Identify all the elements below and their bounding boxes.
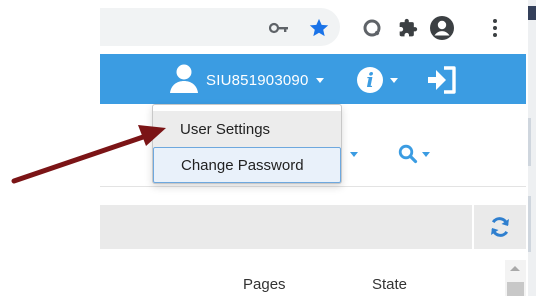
user-icon [168, 63, 200, 98]
key-icon[interactable] [268, 18, 290, 38]
info-menu-toggle[interactable]: i [357, 65, 398, 95]
menu-item-change-password[interactable]: Change Password [153, 147, 341, 183]
chevron-down-icon [315, 77, 324, 83]
logout-icon [428, 66, 456, 94]
chevron-down-icon [390, 77, 398, 83]
divider [100, 186, 526, 187]
menu-item-user-settings[interactable]: User Settings [153, 111, 341, 147]
profile-icon[interactable] [428, 14, 456, 42]
search-button[interactable] [398, 140, 444, 168]
extension-icon[interactable] [360, 16, 384, 40]
column-header-state[interactable]: State [372, 276, 407, 293]
scrollbar-thumb[interactable] [507, 282, 524, 296]
address-bar[interactable] [100, 8, 340, 46]
puzzle-extensions-icon[interactable] [396, 16, 420, 40]
page-edge-scrollbar [528, 196, 531, 252]
page-edge-marker [528, 6, 536, 20]
refresh-icon [491, 217, 509, 237]
scroll-up-icon[interactable] [510, 266, 520, 271]
column-header-pages[interactable]: Pages [243, 276, 286, 293]
refresh-button[interactable] [474, 205, 526, 249]
bookmark-star-icon[interactable] [306, 16, 332, 40]
info-icon: i [357, 67, 383, 93]
user-dropdown-menu: User Settings Change Password [152, 104, 342, 184]
search-icon [398, 144, 418, 164]
more-menu-icon[interactable] [488, 16, 502, 40]
username-label: SIU851903090 [206, 71, 309, 89]
chevron-down-icon [422, 151, 430, 157]
filter-bar [100, 205, 472, 249]
user-menu-toggle[interactable]: SIU851903090 [168, 64, 324, 96]
logout-button[interactable] [425, 64, 459, 96]
toolbar-chevron-down-icon[interactable] [350, 152, 358, 157]
page-edge-scrollbar [528, 118, 531, 166]
